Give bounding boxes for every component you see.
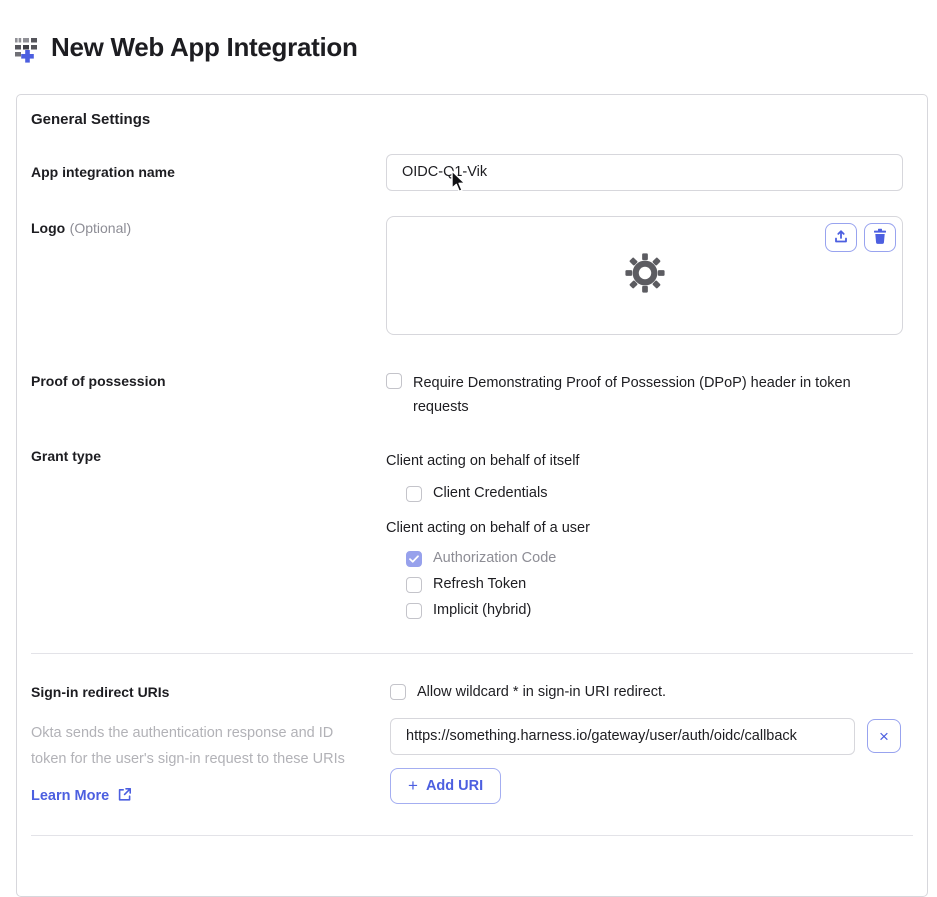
grant-option-refresh-token: Refresh Token [406, 575, 903, 593]
check-icon [409, 550, 419, 568]
proof-of-possession-row: Proof of possession Require Demonstratin… [31, 371, 913, 419]
logo-optional-label: (Optional) [69, 219, 132, 236]
signin-redirect-label: Sign-in redirect URIs [31, 683, 170, 700]
dpop-checkbox[interactable] [386, 372, 402, 389]
logo-label: Logo [31, 219, 66, 236]
external-link-icon [117, 787, 132, 806]
add-uri-button[interactable]: + Add URI [390, 767, 502, 804]
grant-option-implicit: Implicit (hybrid) [406, 601, 903, 619]
divider [31, 652, 913, 654]
grant-group-heading-user: Client acting on behalf of a user [386, 519, 590, 536]
close-icon: × [879, 726, 889, 746]
authorization-code-label: Authorization Code [433, 549, 557, 566]
proof-label: Proof of possession [31, 372, 166, 389]
redirect-uri-row: × [390, 717, 907, 755]
wildcard-checkbox-label: Allow wildcard * in sign-in URI redirect… [417, 683, 666, 700]
app-name-label: App integration name [31, 163, 175, 180]
logo-upload-button[interactable] [825, 222, 857, 252]
grant-group-heading-itself: Client acting on behalf of itself [386, 452, 580, 469]
signin-redirect-description: Okta sends the authentication response a… [31, 724, 345, 767]
refresh-token-checkbox[interactable] [406, 576, 422, 593]
learn-more-link[interactable]: Learn More [31, 787, 132, 806]
remove-uri-button[interactable]: × [867, 719, 901, 754]
implicit-hybrid-label: Implicit (hybrid) [433, 601, 532, 618]
divider [31, 834, 913, 836]
logo-row: Logo (Optional) [31, 215, 913, 335]
wildcard-option: Allow wildcard * in sign-in URI redirect… [390, 682, 907, 702]
grant-type-row: Grant type Client acting on behalf of it… [31, 446, 913, 619]
grant-option-client-credentials: Client Credentials [406, 484, 903, 502]
section-title: General Settings [31, 110, 151, 128]
dpop-checkbox-label: Require Demonstrating Proof of Possessio… [413, 374, 851, 415]
redirect-uri-input[interactable] [390, 717, 855, 755]
client-credentials-label: Client Credentials [433, 484, 548, 501]
gear-icon [624, 252, 666, 299]
general-settings-card: General Settings App integration name Lo… [16, 93, 928, 897]
trash-icon [873, 228, 887, 247]
client-credentials-checkbox[interactable] [406, 485, 422, 502]
wildcard-checkbox[interactable] [390, 683, 406, 700]
signin-redirect-row: Sign-in redirect URIs Okta sends the aut… [31, 682, 913, 806]
logo-delete-button[interactable] [864, 222, 896, 252]
upload-icon [833, 228, 849, 247]
app-integration-grid-plus-icon [13, 35, 41, 63]
logo-dropzone[interactable] [386, 215, 903, 335]
implicit-hybrid-checkbox[interactable] [406, 602, 422, 619]
grant-type-label: Grant type [31, 447, 102, 464]
refresh-token-label: Refresh Token [433, 575, 527, 592]
page-title: New Web App Integration [51, 32, 358, 63]
grant-option-authorization-code: Authorization Code [406, 549, 903, 567]
app-name-row: App integration name [31, 153, 913, 191]
page-header: New Web App Integration [0, 0, 937, 81]
app-name-input[interactable] [386, 153, 903, 191]
add-uri-label: Add URI [425, 777, 484, 794]
plus-icon: + [408, 775, 418, 795]
authorization-code-checkbox [406, 550, 422, 568]
